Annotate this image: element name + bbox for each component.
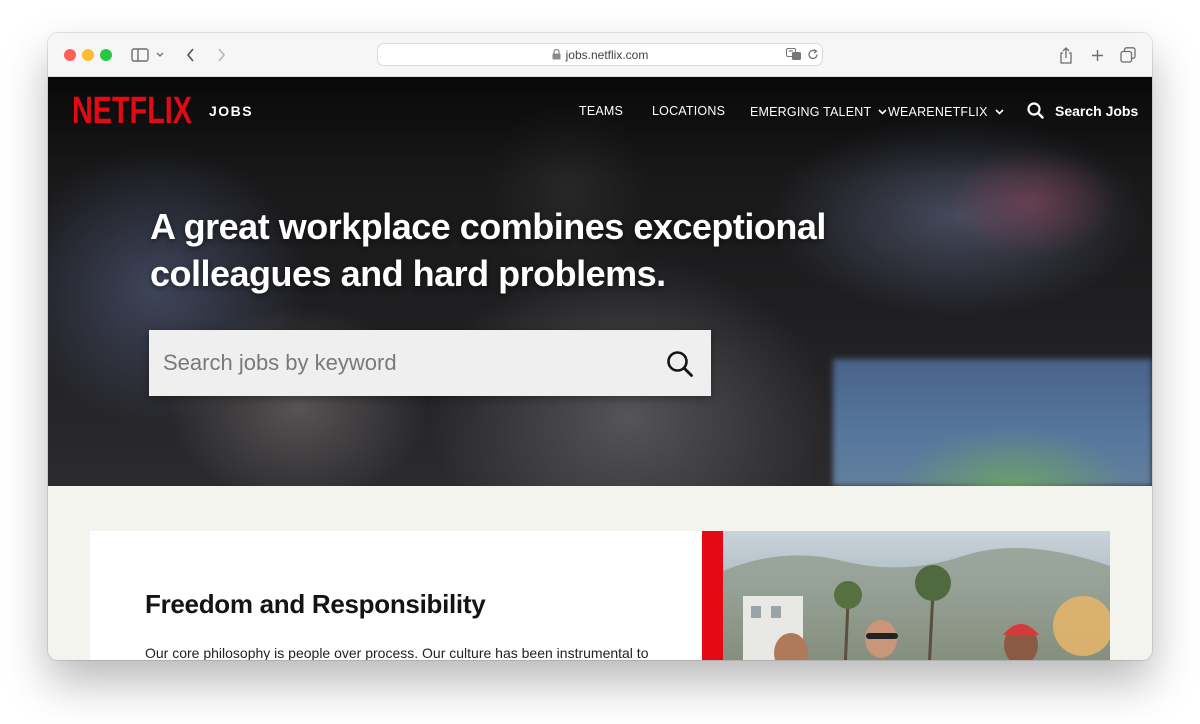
- search-submit-icon[interactable]: [666, 350, 694, 378]
- logo-text: NETFLIX: [72, 91, 192, 127]
- nav-item-label: LOCATIONS: [652, 104, 726, 118]
- feature-card: Freedom and Responsibility Our core phil…: [90, 531, 703, 660]
- nav-item-label: TEAMS: [579, 104, 624, 118]
- employees-photo: [723, 531, 1110, 660]
- jobs-label[interactable]: JOBS: [209, 103, 253, 119]
- tab-overview-icon[interactable]: [1118, 45, 1138, 65]
- nav-item-teams[interactable]: TEAMS: [579, 104, 623, 118]
- reload-icon[interactable]: [807, 48, 819, 66]
- hero-headline: A great workplace combines exceptional c…: [150, 206, 826, 294]
- address-url: jobs.netflix.com: [565, 48, 649, 62]
- chevron-down-icon: [878, 104, 887, 118]
- share-icon[interactable]: [1056, 45, 1076, 65]
- accent-bar: [702, 531, 723, 660]
- sidebar-toggle-icon[interactable]: [130, 45, 150, 65]
- address-bar[interactable]: jobs.netflix.com: [377, 43, 823, 66]
- new-tab-icon[interactable]: [1087, 45, 1107, 65]
- search-jobs-label: Search Jobs: [1055, 102, 1139, 119]
- nav-item-wearenetflix[interactable]: WEARENETFLIX: [888, 104, 1004, 119]
- nav-shade: [48, 77, 1152, 177]
- nav-item-label: EMERGING TALENT: [750, 105, 872, 119]
- nav-item-emerging-talent[interactable]: EMERGING TALENT: [750, 104, 887, 119]
- feature-title: Freedom and Responsibility: [145, 589, 486, 619]
- zoom-window-button[interactable]: [100, 49, 112, 61]
- content-section: Freedom and Responsibility Our core phil…: [48, 486, 1152, 660]
- browser-toolbar: jobs.netflix.com: [48, 33, 1152, 77]
- minimize-window-button[interactable]: [82, 49, 94, 61]
- lock-icon: [552, 48, 561, 63]
- back-icon[interactable]: [181, 45, 201, 65]
- search-icon: [1027, 102, 1044, 119]
- search-jobs-link[interactable]: Search Jobs: [1027, 102, 1138, 119]
- browser-window: jobs.netflix.com NETFLIX JOBS TEAMS LOCA…: [48, 33, 1152, 660]
- chevron-down-icon: [995, 104, 1004, 118]
- job-search-input[interactable]: [149, 330, 649, 396]
- chevron-down-icon[interactable]: [154, 45, 166, 65]
- forward-icon[interactable]: [211, 45, 231, 65]
- feature-text: Our core philosophy is people over proce…: [145, 645, 649, 660]
- nav-item-locations[interactable]: LOCATIONS: [652, 104, 725, 118]
- translate-icon[interactable]: [786, 48, 802, 66]
- nav-item-label: WEARENETFLIX: [888, 105, 988, 119]
- close-window-button[interactable]: [64, 49, 76, 61]
- job-search-box: [149, 330, 711, 396]
- netflix-logo[interactable]: NETFLIX: [72, 90, 194, 132]
- hero-section: NETFLIX JOBS TEAMS LOCATIONS EMERGING TA…: [48, 77, 1152, 486]
